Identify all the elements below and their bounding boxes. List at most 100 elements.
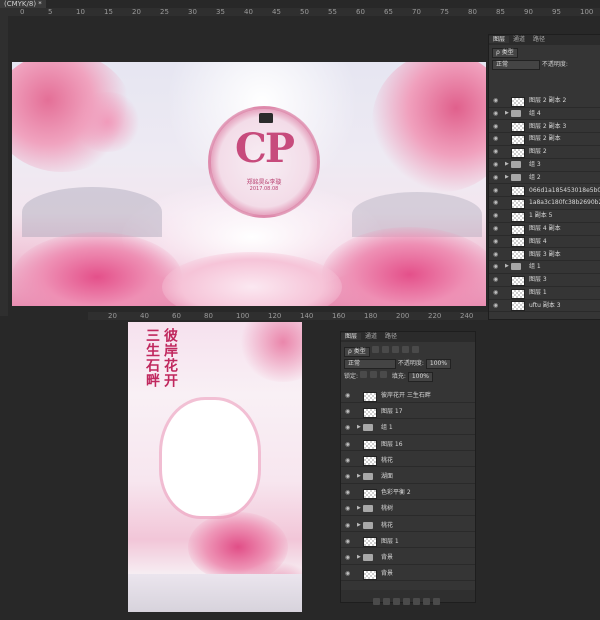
layers-panel-bottom[interactable]: 图层 通道 路径 ρ 类型 正常 不透明度: 100% 锁定: 填充: 100% ◉… xyxy=(340,331,476,605)
visibility-eye-icon[interactable]: ◉ xyxy=(493,146,501,158)
blend-mode-select[interactable]: 正常 xyxy=(492,60,540,70)
layer-row[interactable]: ◉ 背景 xyxy=(341,568,475,581)
layer-group-row[interactable]: ◉ ▶ 组 3 xyxy=(489,159,600,172)
visibility-eye-icon[interactable]: ◉ xyxy=(345,520,353,532)
layer-row[interactable]: ◉ 图层 17 xyxy=(341,406,475,419)
lock-all-icon[interactable] xyxy=(379,371,387,378)
visibility-eye-icon[interactable]: ◉ xyxy=(345,568,353,580)
layers-panel-top[interactable]: 图层 通道 路径 ρ 类型 正常 不透明度: ◉ 图层 2 副本 2 ◉ ▶ 组 4 ◉ 图层 … xyxy=(488,34,600,320)
layer-row[interactable]: ◉ 彼岸花开 三生石畔 xyxy=(341,390,475,403)
tab-paths-2[interactable]: 路径 xyxy=(381,333,401,340)
fill-field-2[interactable]: 100% xyxy=(407,372,433,382)
layer-row[interactable]: ◉ 1a8a3c180fc38b2690b24... xyxy=(489,197,600,210)
cp-emblem: CP 郑銘昊&李璇 2017.08.08 xyxy=(208,106,320,218)
new-group-icon[interactable] xyxy=(413,598,420,605)
layer-row[interactable]: ◉ 图层 4 xyxy=(489,236,600,249)
visibility-eye-icon[interactable]: ◉ xyxy=(345,552,353,564)
expand-group-icon[interactable]: ▶ xyxy=(357,503,361,515)
layer-group-row[interactable]: ◉ ▶ 组 4 xyxy=(489,108,600,121)
layer-group-row[interactable]: ◉ ▶ 湖面 xyxy=(341,471,475,484)
visibility-eye-icon[interactable]: ◉ xyxy=(493,287,501,299)
kind-filter-select-2[interactable]: ρ 类型 xyxy=(344,347,370,357)
layer-group-row[interactable]: ◉ ▶ 桃树 xyxy=(341,503,475,516)
visibility-eye-icon[interactable]: ◉ xyxy=(345,406,353,418)
tab-paths[interactable]: 路径 xyxy=(529,36,549,43)
layer-row[interactable]: ◉ uftu 副本 3 xyxy=(489,300,600,313)
visibility-eye-icon[interactable]: ◉ xyxy=(345,503,353,515)
expand-group-icon[interactable]: ▶ xyxy=(505,159,509,171)
visibility-eye-icon[interactable]: ◉ xyxy=(493,236,501,248)
visibility-eye-icon[interactable]: ◉ xyxy=(493,300,501,312)
visibility-eye-icon[interactable]: ◉ xyxy=(493,121,501,133)
opacity-field-2[interactable]: 100% xyxy=(425,359,452,369)
tab-layers[interactable]: 图层 xyxy=(489,36,510,43)
visibility-eye-icon[interactable]: ◉ xyxy=(345,439,353,451)
visibility-eye-icon[interactable]: ◉ xyxy=(345,455,353,467)
layer-row[interactable]: ◉ 图层 2 xyxy=(489,146,600,159)
visibility-eye-icon[interactable]: ◉ xyxy=(493,197,501,209)
layer-group-row[interactable]: ◉ ▶ 背景 xyxy=(341,552,475,565)
smart-filter-icon[interactable] xyxy=(411,346,419,353)
visibility-eye-icon[interactable]: ◉ xyxy=(345,390,353,402)
ruler-tick: 25 xyxy=(160,8,169,16)
visibility-eye-icon[interactable]: ◉ xyxy=(493,210,501,222)
tab-channels-2[interactable]: 通道 xyxy=(361,333,381,340)
layer-group-row[interactable]: ◉ ▶ 组 1 xyxy=(341,422,475,435)
layer-row[interactable]: ◉ 图层 2 副本 2 xyxy=(489,95,600,108)
new-layer-icon[interactable] xyxy=(423,598,430,605)
kind-filter-select[interactable]: ρ 类型 xyxy=(492,48,518,58)
fx-icon[interactable] xyxy=(383,598,390,605)
expand-group-icon[interactable]: ▶ xyxy=(357,552,361,564)
layer-row[interactable]: ◉ 1 副本 5 xyxy=(489,210,600,223)
pixel-filter-icon[interactable] xyxy=(371,346,379,353)
expand-group-icon[interactable]: ▶ xyxy=(357,422,361,434)
visibility-eye-icon[interactable]: ◉ xyxy=(493,159,501,171)
layer-row[interactable]: ◉ 图层 3 xyxy=(489,274,600,287)
visibility-eye-icon[interactable]: ◉ xyxy=(493,133,501,145)
layer-row[interactable]: ◉ 图层 16 xyxy=(341,439,475,452)
layer-row[interactable]: ◉ 桃花 xyxy=(341,455,475,468)
visibility-eye-icon[interactable]: ◉ xyxy=(493,172,501,184)
add-mask-icon[interactable] xyxy=(393,598,400,605)
blend-mode-select-2[interactable]: 正常 xyxy=(344,359,396,369)
layer-row[interactable]: ◉ 图层 2 副本 xyxy=(489,133,600,146)
layer-row[interactable]: ◉ 图层 1 xyxy=(341,536,475,549)
visibility-eye-icon[interactable]: ◉ xyxy=(345,471,353,483)
lock-pixels-icon[interactable] xyxy=(359,371,367,378)
layer-group-row[interactable]: ◉ ▶ 桃花 xyxy=(341,520,475,533)
visibility-eye-icon[interactable]: ◉ xyxy=(493,274,501,286)
expand-group-icon[interactable]: ▶ xyxy=(505,172,509,184)
visibility-eye-icon[interactable]: ◉ xyxy=(345,487,353,499)
layer-group-row[interactable]: ◉ ▶ 组 1 xyxy=(489,261,600,274)
layer-group-row[interactable]: ◉ ▶ 组 2 xyxy=(489,172,600,185)
visibility-eye-icon[interactable]: ◉ xyxy=(493,185,501,197)
type-filter-icon[interactable] xyxy=(391,346,399,353)
layer-row[interactable]: ◉ 图层 2 副本 3 xyxy=(489,121,600,134)
layer-row[interactable]: ◉ 色彩平衡 2 xyxy=(341,487,475,500)
stage-backdrop-canvas[interactable]: CP 郑銘昊&李璇 2017.08.08 xyxy=(12,62,486,306)
document-tab[interactable]: (CMYK/8) * xyxy=(0,0,46,8)
expand-group-icon[interactable]: ▶ xyxy=(505,261,509,273)
tab-layers-2[interactable]: 图层 xyxy=(341,333,362,340)
visibility-eye-icon[interactable]: ◉ xyxy=(493,95,501,107)
expand-group-icon[interactable]: ▶ xyxy=(357,471,361,483)
layer-row[interactable]: ◉ 图层 4 副本 xyxy=(489,223,600,236)
lock-position-icon[interactable] xyxy=(369,371,377,378)
tab-channels[interactable]: 通道 xyxy=(509,36,529,43)
visibility-eye-icon[interactable]: ◉ xyxy=(345,422,353,434)
adjustment-layer-icon[interactable] xyxy=(403,598,410,605)
visibility-eye-icon[interactable]: ◉ xyxy=(493,249,501,261)
shape-filter-icon[interactable] xyxy=(401,346,409,353)
delete-layer-icon[interactable] xyxy=(433,598,440,605)
visibility-eye-icon[interactable]: ◉ xyxy=(493,108,501,120)
visibility-eye-icon[interactable]: ◉ xyxy=(493,223,501,235)
expand-group-icon[interactable]: ▶ xyxy=(357,520,361,532)
layer-row[interactable]: ◉ 图层 1 xyxy=(489,287,600,300)
visibility-eye-icon[interactable]: ◉ xyxy=(345,536,353,548)
layer-row[interactable]: ◉ 图层 3 副本 xyxy=(489,249,600,262)
layer-row[interactable]: ◉ 066d1a185453018e5b01... xyxy=(489,185,600,198)
adjustment-filter-icon[interactable] xyxy=(381,346,389,353)
expand-group-icon[interactable]: ▶ xyxy=(505,108,509,120)
link-layers-icon[interactable] xyxy=(373,598,380,605)
visibility-eye-icon[interactable]: ◉ xyxy=(493,261,501,273)
